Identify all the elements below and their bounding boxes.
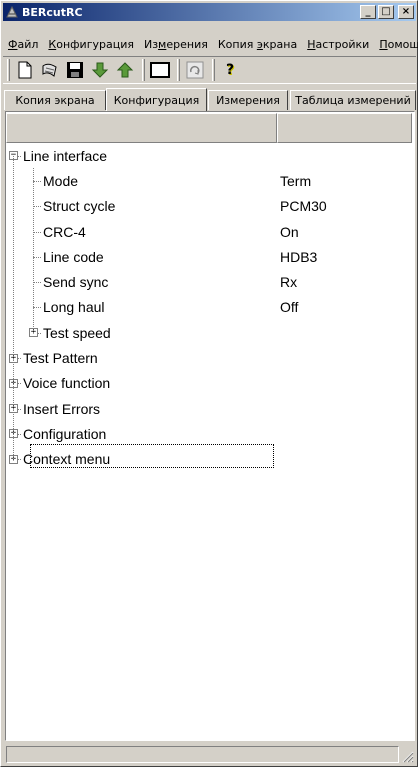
open-button[interactable]	[38, 59, 62, 81]
tree-item-label: Insert Errors	[23, 400, 101, 417]
tree-row[interactable]: Struct cycle PCM30	[9, 194, 409, 219]
refresh-icon	[186, 61, 204, 79]
tree-connector	[33, 180, 41, 182]
tree-row[interactable]: + Insert Errors	[9, 396, 409, 421]
tree-row[interactable]: − Line interface	[9, 143, 409, 168]
tree-item-value[interactable]: HDB3	[280, 249, 317, 265]
status-bar	[3, 744, 416, 765]
tab-measurement-table[interactable]: Таблица измерений	[290, 90, 416, 110]
toolbar-separator	[177, 59, 180, 81]
menu-item[interactable]: Настройки	[302, 38, 374, 51]
tree-item-label: Voice function	[23, 375, 111, 392]
tree-row[interactable]: Line code HDB3	[9, 244, 409, 269]
status-pane	[6, 746, 399, 763]
save-icon	[67, 62, 83, 78]
tree-item-value[interactable]: PCM30	[280, 198, 327, 214]
tree-connector	[33, 231, 41, 233]
tree-row[interactable]: + Test speed	[9, 320, 409, 345]
tree-item-label: Line code	[43, 248, 104, 265]
save-button[interactable]	[63, 59, 87, 81]
tab-screen-copy[interactable]: Копия экрана	[4, 90, 106, 110]
tree-connector	[33, 206, 41, 208]
close-icon: ×	[401, 6, 411, 17]
focus-rectangle	[30, 444, 274, 468]
tree-row[interactable]: Send sync Rx	[9, 269, 409, 294]
tree-item-label: Test Pattern	[23, 350, 98, 367]
tree-item-label: Configuration	[23, 425, 107, 442]
window-title: BERcutRC	[22, 5, 83, 19]
menu-bar: Файл Конфигурация Измерения Копия экрана Нас…	[3, 35, 418, 54]
screen-icon	[150, 62, 170, 78]
new-document-icon	[18, 61, 32, 79]
toolbar-separator	[142, 59, 145, 81]
open-icon	[42, 63, 57, 77]
tree-row[interactable]: + Configuration	[9, 421, 409, 446]
minimize-icon: _	[365, 6, 371, 17]
minimize-button[interactable]: _	[360, 5, 376, 19]
tree-row[interactable]: + Voice function	[9, 371, 409, 396]
help-button[interactable]: ?	[218, 59, 242, 81]
toolbar: ?	[3, 56, 416, 84]
tab-measurements[interactable]: Измерения	[208, 90, 288, 110]
menu-item[interactable]: Файл	[3, 38, 43, 51]
tab-strip: Копия экрана Конфигурация Измерения Табл…	[3, 88, 416, 111]
new-button[interactable]	[13, 59, 37, 81]
title-bar[interactable]: BERcutRC _ □ ×	[3, 3, 416, 21]
tree-item-value[interactable]: Off	[280, 299, 298, 315]
menu-item[interactable]: Копия экрана	[213, 38, 302, 51]
tree-row[interactable]: Mode Term	[9, 168, 409, 193]
tree-guide	[13, 155, 14, 460]
maximize-button[interactable]: □	[378, 5, 394, 19]
main-window: BERcutRC _ □ × Файл Конфигурация Измерения…	[0, 0, 418, 767]
tree-item-label: Long haul	[43, 299, 105, 316]
refresh-button[interactable]	[183, 59, 207, 81]
tree-connector	[33, 256, 41, 258]
tree-item-label: Test speed	[43, 324, 111, 341]
grid-header	[6, 113, 412, 143]
tree-row[interactable]: Long haul Off	[9, 295, 409, 320]
menu-item[interactable]: Измерения	[139, 38, 213, 51]
column-header-value[interactable]	[277, 113, 412, 143]
toolbar-grip[interactable]	[7, 59, 10, 81]
download-button[interactable]	[88, 59, 112, 81]
tree-connector	[33, 307, 41, 309]
size-grip-icon[interactable]	[400, 749, 414, 763]
menu-item[interactable]: Конфигурация	[43, 38, 139, 51]
column-header-name[interactable]	[6, 113, 277, 143]
config-tree: − Line interface Mode Term Struct cycle PCM30…	[9, 143, 409, 472]
maximize-icon: □	[381, 6, 391, 17]
tree-item-label: CRC-4	[43, 223, 86, 240]
toolbar-separator	[212, 59, 215, 81]
tree-item-label: Send sync	[43, 274, 109, 291]
help-icon: ?	[225, 62, 235, 78]
tree-item-label: Line interface	[23, 147, 108, 164]
tree-guide	[33, 168, 34, 333]
tree-row[interactable]: + Test Pattern	[9, 345, 409, 370]
tree-item-value[interactable]: On	[280, 224, 299, 240]
tree-row[interactable]: CRC-4 On	[9, 219, 409, 244]
upload-button[interactable]	[113, 59, 137, 81]
download-icon	[91, 62, 109, 78]
tree-item-label: Mode	[43, 172, 79, 189]
tree-item-label: Struct cycle	[43, 198, 116, 215]
upload-icon	[116, 62, 134, 78]
tree-item-value[interactable]: Term	[280, 173, 311, 189]
app-logo-icon	[5, 5, 19, 19]
screen-button[interactable]	[148, 59, 172, 81]
tree-connector	[33, 282, 41, 284]
tab-configuration[interactable]: Конфигурация	[106, 88, 207, 111]
tree-item-value[interactable]: Rx	[280, 274, 297, 290]
close-button[interactable]: ×	[398, 5, 414, 19]
menu-item[interactable]: Помощь	[374, 38, 418, 51]
